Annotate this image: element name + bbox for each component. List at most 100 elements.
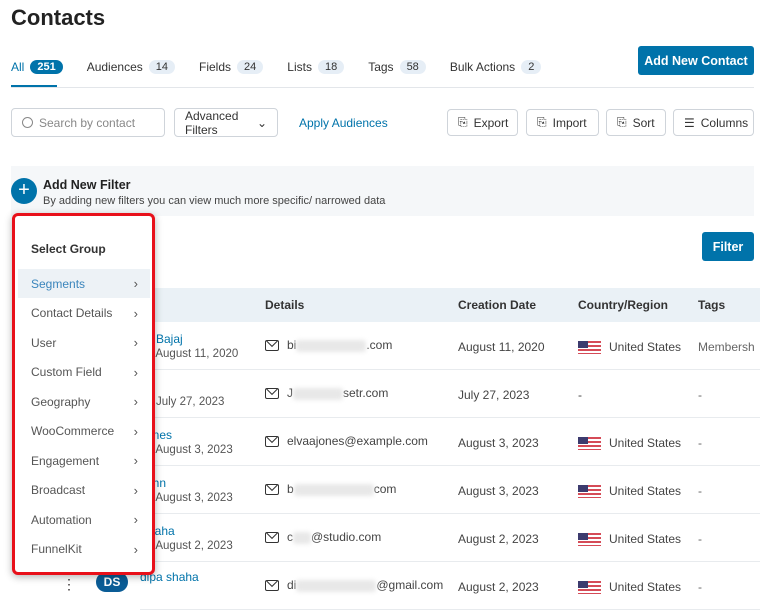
tab-fields[interactable]: Fields 24 [199, 58, 264, 76]
email-redaction [296, 579, 377, 592]
table-row[interactable] [140, 370, 760, 418]
email-visible-end: .com [366, 338, 393, 352]
advanced-filters-select[interactable]: Advanced Filters ⌄ [174, 108, 278, 137]
dropdown-item-funnelkit[interactable]: FunnelKit › [18, 535, 150, 564]
country: United States [578, 484, 682, 499]
mail-icon [265, 436, 279, 448]
contact-email: bi .com [265, 338, 392, 352]
add-filter-plus-icon[interactable]: + [11, 178, 37, 204]
dropdown-item-woocommerce[interactable]: WooCommerce › [18, 417, 150, 446]
apply-audiences-link[interactable]: Apply Audiences [299, 116, 388, 130]
country: United States [578, 580, 681, 595]
chevron-right-icon: › [133, 541, 138, 557]
tab-lists[interactable]: Lists 18 [287, 58, 345, 76]
email-redaction [293, 531, 311, 544]
email-redaction [293, 387, 343, 400]
country: United States [578, 532, 682, 547]
email-redaction [296, 339, 367, 352]
chevron-right-icon: › [133, 453, 138, 468]
search-input[interactable]: Search by contact [11, 108, 165, 137]
dropdown-item-label: FunnelKit [31, 542, 82, 556]
dropdown-item-label: Geography [31, 394, 91, 409]
creation-date: August 2, 2023 [458, 532, 539, 546]
tab-bulk-actions[interactable]: Bulk Actions 2 [450, 58, 542, 76]
creation-date: July 27, 2023 [458, 388, 530, 402]
dropdown-item-label: User [31, 335, 57, 350]
dropdown-item-segments[interactable]: Segments › [18, 269, 150, 298]
column-header-tags[interactable]: Tags [698, 298, 725, 312]
tab-count: 58 [399, 60, 426, 74]
email-visible-start: di [287, 578, 297, 592]
country: - [578, 388, 582, 402]
email-visible-start: b [287, 482, 294, 496]
tab-count: 14 [148, 60, 175, 74]
mail-icon [265, 484, 279, 496]
mail-icon [265, 532, 279, 544]
dropdown-item-label: Engagement [31, 453, 100, 468]
import-button[interactable]: ⎘ Import [526, 109, 599, 136]
email-visible-start: elvaajones@example.com [287, 434, 428, 448]
country-name: United States [609, 484, 682, 498]
email-visible-start: bi [287, 338, 297, 352]
email-visible-end: setr.com [343, 386, 389, 400]
mail-icon [265, 388, 279, 400]
chevron-right-icon: › [133, 423, 138, 439]
tab-all[interactable]: All 251 [11, 58, 63, 76]
contact-email: elvaajones@example.com [265, 434, 428, 448]
tab-count: 18 [317, 60, 345, 74]
tab-label: Fields [199, 60, 232, 74]
tags: - [698, 436, 702, 450]
add-filter-banner: + Add New Filter By adding new filters y… [11, 166, 754, 216]
dropdown-item-automation[interactable]: Automation › [18, 505, 150, 534]
dropdown-item-label: Segments [31, 276, 86, 291]
dropdown-item-custom-field[interactable]: Custom Field › [18, 358, 150, 387]
creation-date: August 3, 2023 [458, 436, 539, 450]
column-header-country[interactable]: Country/Region [578, 298, 668, 312]
dropdown-item-user[interactable]: User › [18, 328, 150, 357]
tab-label: Tags [368, 60, 394, 74]
tab-count: 2 [521, 60, 542, 74]
filter-button[interactable]: Filter [702, 232, 754, 261]
search-placeholder: Search by contact [39, 115, 136, 130]
import-icon: ⎘ [537, 115, 547, 129]
column-header-creation-date[interactable]: Creation Date [458, 298, 536, 312]
us-flag-icon [578, 533, 601, 547]
country-name: United States [609, 436, 682, 450]
creation-date: August 3, 2023 [458, 484, 539, 498]
add-filter-title[interactable]: Add New Filter [43, 178, 131, 192]
sort-button[interactable]: ⎘ Sort [606, 109, 666, 136]
add-new-contact-button[interactable]: Add New Contact [638, 46, 754, 75]
sort-icon: ⎘ [617, 115, 627, 129]
dropdown-item-broadcast[interactable]: Broadcast › [18, 476, 150, 505]
chevron-right-icon: › [133, 276, 138, 291]
tabs: All 251 Audiences 14 Fields 24 Lists 18 Tags… [11, 58, 565, 76]
dropdown-item-label: Custom Field [31, 365, 102, 379]
country-name: - [578, 388, 582, 402]
contact-email: Jsetr.com [265, 386, 388, 400]
mail-icon [265, 340, 279, 352]
dropdown-item-label: Broadcast [31, 483, 86, 497]
columns-button[interactable]: ☰ Columns [673, 109, 754, 136]
contact-email: b com [265, 482, 396, 496]
tab-tags[interactable]: Tags 58 [368, 58, 426, 76]
dropdown-item-label: Automation [31, 512, 92, 527]
mail-icon [265, 580, 279, 592]
email-visible-end: com [373, 482, 397, 496]
tab-label: Lists [287, 60, 312, 74]
tab-count: 251 [30, 60, 63, 74]
tab-divider [11, 87, 754, 88]
column-header-details[interactable]: Details [265, 298, 304, 312]
export-button[interactable]: ⎘ Export [447, 109, 518, 136]
tab-audiences[interactable]: Audiences 14 [87, 58, 175, 76]
more-options-icon[interactable]: ⋮ [62, 576, 76, 593]
country-name: United States [609, 532, 682, 546]
creation-date: August 11, 2020 [458, 340, 545, 354]
dropdown-item-geography[interactable]: Geography › [18, 387, 150, 416]
dropdown-item-engagement[interactable]: Engagement › [18, 446, 150, 475]
chevron-right-icon: › [133, 482, 138, 498]
tab-count: 24 [237, 60, 264, 74]
dropdown-item-contact-details[interactable]: Contact Details › [18, 299, 150, 328]
dropdown-item-label: Contact Details [31, 306, 113, 320]
us-flag-icon [578, 581, 601, 595]
contact-email: c @studio.com [265, 530, 381, 544]
